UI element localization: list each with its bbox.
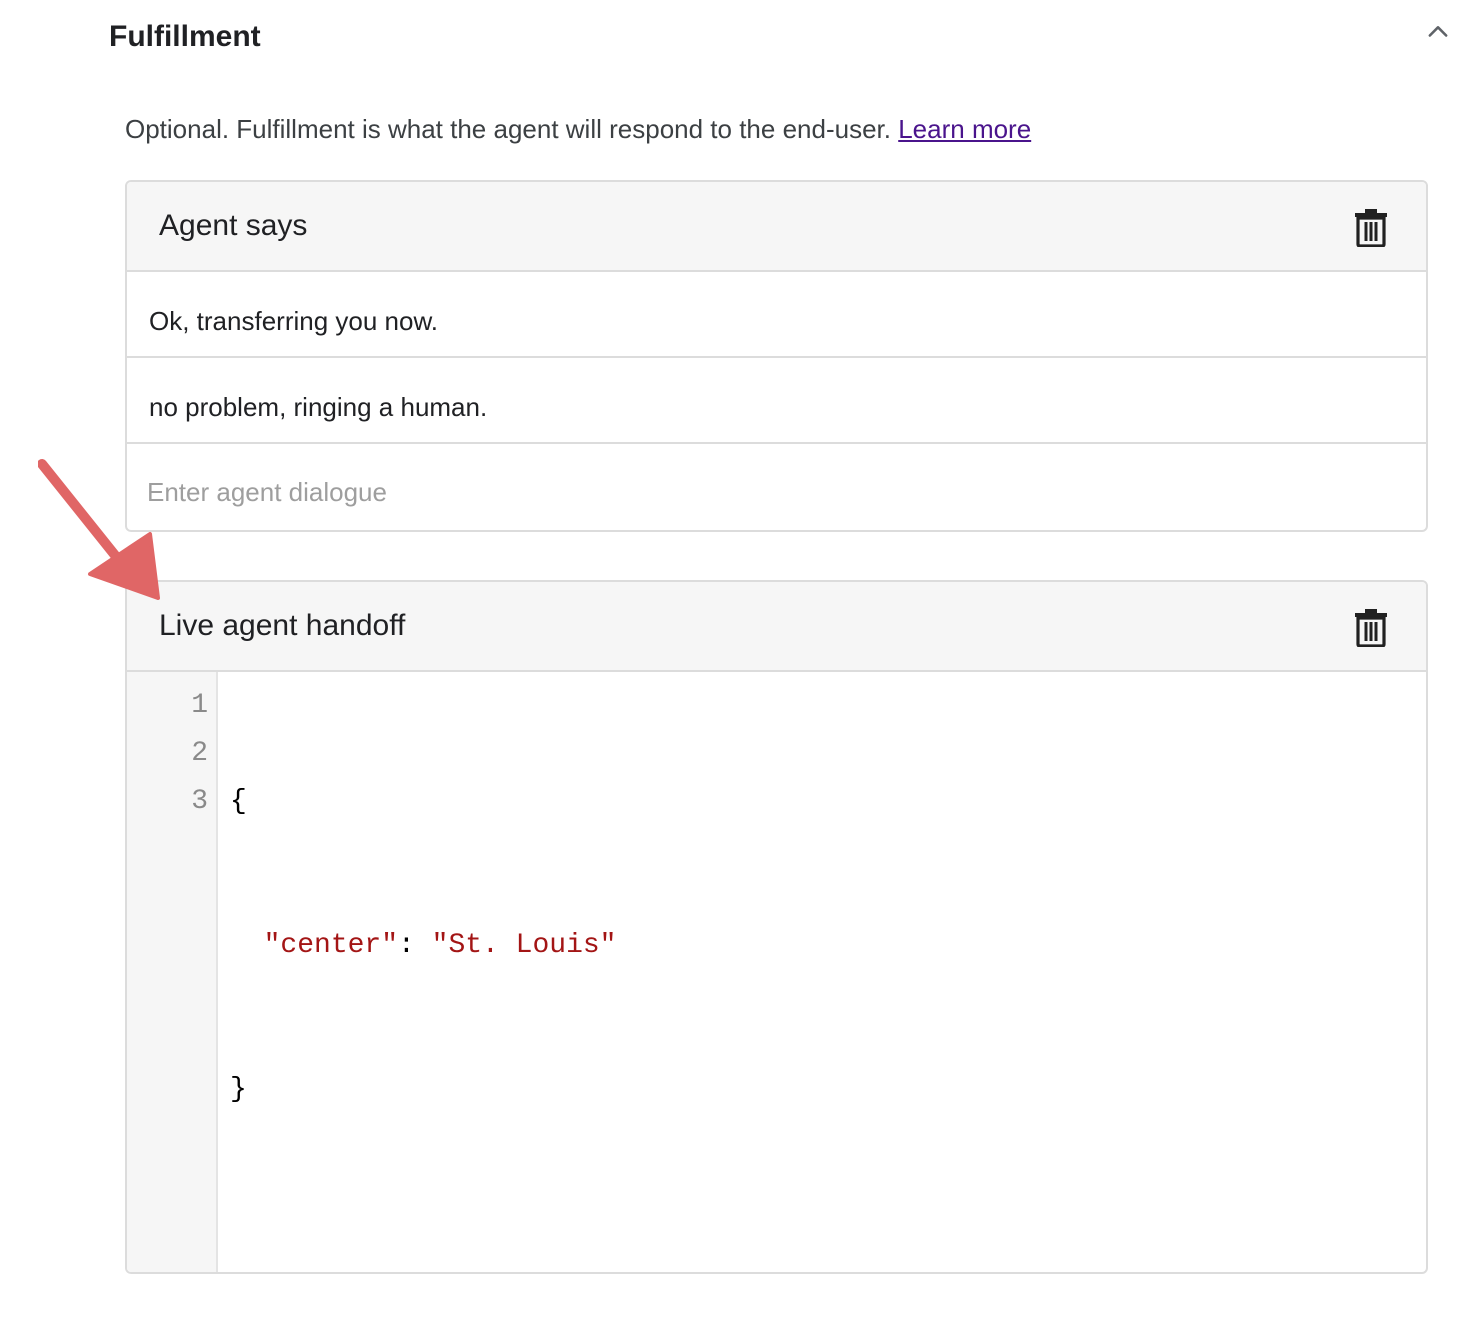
section-title: Fulfillment [109,20,261,53]
code-line: "center": "St. Louis" [230,922,617,970]
code-line: } [230,1066,616,1114]
json-key: "center" [263,930,399,961]
trash-icon[interactable] [1354,209,1388,247]
agent-says-title: Agent says [159,209,308,242]
agent-dialogue-input[interactable] [147,470,1377,514]
agent-response-row[interactable]: no problem, ringing a human. [127,358,1426,444]
json-code-editor[interactable]: 1 2 3 { "center": "St. Louis" } [127,672,1426,1272]
description-text: Optional. Fulfillment is what the agent … [125,114,891,144]
agent-response-row[interactable]: Ok, transferring you now. [127,272,1426,358]
trash-icon[interactable] [1354,609,1388,647]
live-agent-handoff-card: Live agent handoff 1 2 3 { "center": "St… [125,580,1428,1274]
chevron-up-icon[interactable] [1424,18,1452,46]
open-brace: { [230,786,247,817]
line-number: 1 [191,690,208,721]
json-colon: : [398,930,432,961]
agent-says-card: Agent says Ok, transferring you now. no … [125,180,1428,532]
line-number: 2 [191,738,208,769]
section-description: Optional. Fulfillment is what the agent … [125,110,1031,148]
agent-says-header: Agent says [127,182,1426,272]
live-agent-handoff-header: Live agent handoff [127,582,1426,672]
code-content[interactable]: { "center": "St. Louis" } [230,682,616,1210]
close-brace: } [230,1074,247,1105]
agent-response-text[interactable]: Ok, transferring you now. [149,302,438,340]
live-agent-handoff-title: Live agent handoff [159,609,406,642]
code-line: { [230,778,616,826]
agent-response-text[interactable]: no problem, ringing a human. [149,388,487,426]
annotation-arrow-icon [38,459,160,600]
json-value: "St. Louis" [431,930,617,961]
learn-more-link[interactable]: Learn more [898,114,1031,144]
line-number-gutter: 1 2 3 [127,672,218,1272]
agent-dialogue-input-row[interactable] [127,444,1426,530]
line-number: 3 [191,786,208,817]
